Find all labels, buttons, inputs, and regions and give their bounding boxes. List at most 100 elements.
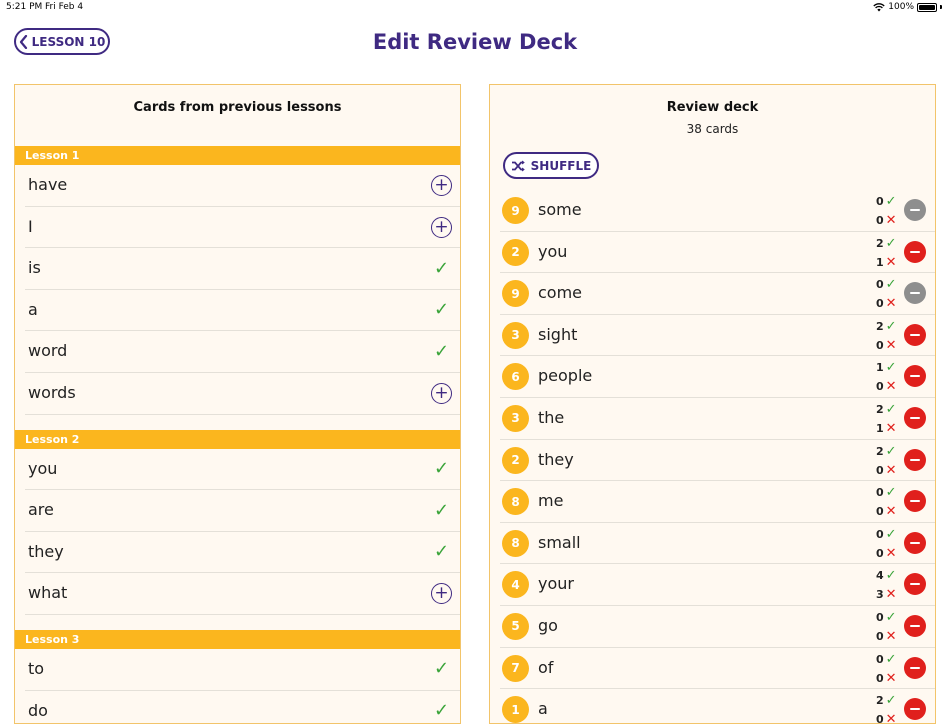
- deck-word-label: small: [538, 532, 581, 552]
- word-label: I: [28, 216, 33, 236]
- deck-row: 3 the 2 ✓ 1 ✕: [500, 398, 935, 440]
- checkmark-icon: ✓: [885, 443, 897, 459]
- deck-row: 6 people 1 ✓ 0 ✕: [500, 356, 935, 398]
- word-row: are ✓: [25, 490, 460, 532]
- shuffle-button-label: SHUFFLE: [530, 158, 592, 173]
- wrong-stat: 0 ✕: [876, 461, 900, 480]
- previous-lessons-panel: Cards from previous lessons Lesson 1 have…: [14, 84, 461, 724]
- remove-card-button[interactable]: [904, 240, 926, 263]
- remove-card-button[interactable]: [904, 698, 926, 721]
- cross-icon: ✕: [885, 670, 897, 686]
- correct-stat: 0 ✓: [876, 192, 900, 211]
- card-stats: 2 ✓ 0 ✕: [876, 442, 900, 480]
- lesson-header: Lesson 2: [15, 429, 460, 449]
- word-row: word ✓: [25, 331, 460, 373]
- remove-card-button[interactable]: [904, 656, 926, 679]
- deck-row: 1 a 2 ✓ 0 ✕: [500, 689, 935, 724]
- wifi-icon: [873, 2, 885, 11]
- correct-stat: 1 ✓: [876, 358, 900, 377]
- remove-card-button[interactable]: [904, 448, 926, 471]
- plus-circle-icon: +: [431, 583, 452, 605]
- deck-row: 3 sight 2 ✓ 0 ✕: [500, 315, 935, 357]
- correct-stat: 0 ✓: [876, 275, 900, 294]
- wrong-count: 0: [876, 546, 884, 560]
- correct-count: 4: [876, 569, 884, 583]
- lesson-number-badge: 9: [502, 280, 529, 308]
- deck-row: 9 come 0 ✓ 0 ✕: [500, 273, 935, 315]
- wrong-count: 0: [876, 463, 884, 477]
- word-row: a ✓: [25, 290, 460, 332]
- deck-word-label: people: [538, 366, 593, 386]
- page-title: Edit Review Deck: [372, 30, 578, 54]
- card-stats: 0 ✓ 0 ✕: [876, 525, 900, 563]
- correct-stat: 2 ✓: [876, 400, 900, 419]
- checkmark-icon: ✓: [433, 658, 450, 680]
- add-card-button[interactable]: +: [431, 583, 452, 605]
- word-row: you ✓: [25, 449, 460, 491]
- plus-circle-icon: +: [431, 175, 452, 196]
- wrong-stat: 0 ✕: [876, 294, 900, 313]
- wrong-count: 3: [876, 588, 884, 602]
- correct-count: 2: [876, 319, 884, 333]
- correct-count: 2: [876, 444, 884, 458]
- previous-lessons-heading: Cards from previous lessons: [133, 100, 342, 115]
- back-button-label: LESSON 10: [31, 34, 106, 49]
- shuffle-button[interactable]: SHUFFLE: [503, 152, 599, 179]
- status-date: Fri Feb 4: [45, 2, 84, 12]
- wrong-stat: 0 ✕: [876, 211, 900, 230]
- cross-icon: ✕: [885, 545, 897, 561]
- chevron-left-icon: [19, 34, 27, 49]
- added-indicator: ✓: [431, 701, 452, 722]
- add-card-button[interactable]: +: [431, 216, 452, 238]
- word-label: to: [28, 658, 45, 678]
- wrong-stat: 0 ✕: [876, 669, 900, 688]
- deck-word-label: you: [538, 241, 568, 261]
- correct-count: 2: [876, 694, 884, 708]
- deck-word-label: sight: [538, 324, 578, 344]
- remove-card-button[interactable]: [904, 573, 926, 596]
- remove-card-button[interactable]: [904, 490, 926, 513]
- word-label: words: [28, 382, 76, 402]
- added-indicator: ✓: [431, 341, 452, 362]
- cross-icon: ✕: [885, 504, 897, 520]
- lesson-header: Lesson 1: [15, 146, 460, 165]
- shuffle-icon: [511, 160, 525, 171]
- added-indicator: ✓: [431, 258, 452, 279]
- wrong-count: 1: [876, 255, 884, 269]
- correct-stat: 0 ✓: [876, 525, 900, 544]
- lesson-number-badge: 8: [502, 488, 529, 516]
- word-label: word: [28, 341, 68, 361]
- add-card-button[interactable]: +: [431, 175, 452, 196]
- review-deck-heading: Review deck: [666, 100, 759, 115]
- deck-word-label: me: [538, 491, 564, 511]
- word-row: is ✓: [25, 248, 460, 290]
- card-stats: 4 ✓ 3 ✕: [876, 566, 900, 604]
- remove-card-button[interactable]: [904, 614, 926, 637]
- remove-card-button[interactable]: [904, 406, 926, 429]
- lesson-number-badge: 2: [502, 238, 529, 266]
- add-card-button[interactable]: +: [431, 382, 452, 404]
- remove-card-button[interactable]: [904, 365, 926, 388]
- correct-count: 0: [876, 278, 884, 292]
- correct-count: 0: [876, 652, 884, 666]
- correct-stat: 2 ✓: [876, 691, 900, 710]
- back-button[interactable]: LESSON 10: [14, 28, 110, 55]
- lesson-list: Lesson 1 have + I + is ✓ a ✓ word ✓ words + Lesson 2y…: [15, 146, 460, 723]
- remove-card-button[interactable]: [904, 323, 926, 346]
- card-stats: 0 ✓ 0 ✕: [876, 483, 900, 521]
- cross-icon: ✕: [885, 628, 897, 644]
- wrong-count: 0: [876, 713, 884, 724]
- battery-tip: [940, 5, 942, 9]
- remove-card-button[interactable]: [904, 531, 926, 554]
- checkmark-icon: ✓: [885, 568, 897, 584]
- added-indicator: ✓: [431, 500, 452, 521]
- correct-stat: 2 ✓: [876, 234, 900, 253]
- word-label: have: [28, 175, 68, 194]
- wrong-count: 0: [876, 671, 884, 685]
- wrong-stat: 0 ✕: [876, 544, 900, 563]
- status-time: 5:21 PM: [6, 2, 43, 12]
- checkmark-icon: ✓: [433, 700, 450, 722]
- checkmark-icon: ✓: [885, 194, 897, 209]
- deck-row: 8 me 0 ✓ 0 ✕: [500, 481, 935, 523]
- added-indicator: ✓: [431, 300, 452, 321]
